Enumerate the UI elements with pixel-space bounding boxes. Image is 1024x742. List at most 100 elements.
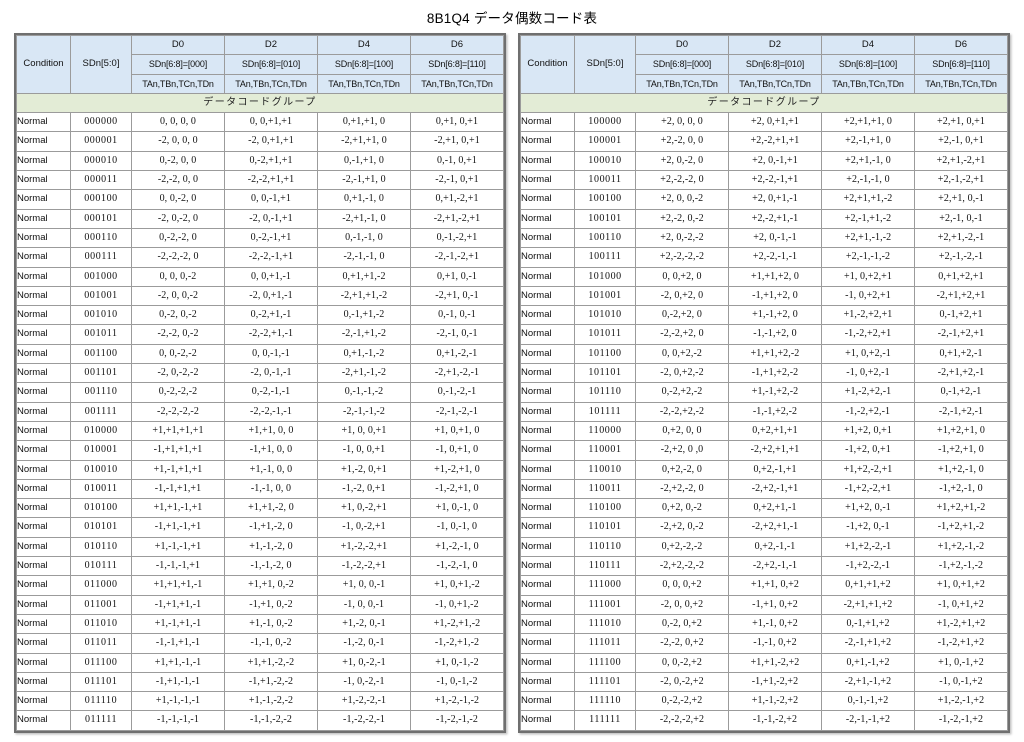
cell-condition: Normal [16,343,71,365]
cell-d6: 0,+1,+2,-1 [914,343,1008,365]
cell-d2: -2, 0,-1,+1 [224,208,318,229]
cell-condition: Normal [520,633,575,654]
cell-d6: 0,+1,-2,-1 [410,343,504,365]
cell-condition: Normal [520,420,575,442]
cell-sdn: 001110 [70,382,132,403]
cell-d2: -1,+1, 0, 0 [224,440,318,461]
cell-d6: +1,-2,-1, 0 [410,536,504,558]
cell-d0: -2,-2,-2,+2 [635,710,729,731]
cell-d2: +1,+1,+2,-2 [728,343,822,365]
cell-d0: +1,-1,-1,-1 [131,691,225,712]
table-row: Normal 110001 -2,+2, 0 ,0 -2,+2,+1,+1 -1,+2,… [520,440,1008,461]
cell-condition: Normal [520,189,575,210]
cell-d6: -2,+1,-2,-1 [410,363,504,384]
cell-d0: 0,-2,-2, 0 [131,227,225,249]
cell-condition: Normal [520,382,575,403]
table-row: Normal 001000 0, 0, 0,-2 0, 0,+1,-1 0,+1,… [16,266,504,287]
cell-d2: +1,-1, 0, 0 [224,459,318,480]
cell-sdn: 000011 [70,170,132,191]
cell-d6: +2,-1,-2,-1 [914,247,1008,268]
right-code-table: Condition SDn[5:0] D0 D2 D4 D6 SDn[6:8]=[000] S… [520,34,1008,731]
cell-d2: -2,+2,-1,-1 [728,556,822,577]
cell-d2: +2,-2,-1,-1 [728,247,822,268]
right-header-condition: Condition [520,35,575,94]
cell-d2: -1,-1, 0,+2 [728,633,822,654]
right-table-body: Normal 100000 +2, 0, 0, 0 +2, 0,+1,+1 +2,+1,… [520,112,1008,731]
table-row: Normal 101111 -2,-2,+2,-2 -1,-1,+2,-2 -1,-2,… [520,401,1008,422]
cell-d4: +1,-2, 0,-1 [317,613,411,635]
cell-d2: +1,-1, 0,+2 [728,613,822,635]
cell-d0: +2,-2, 0, 0 [635,131,729,152]
cell-d2: +1,+1, 0, 0 [224,420,318,442]
cell-condition: Normal [16,401,71,422]
cell-sdn: 100010 [574,150,636,172]
cell-d2: +1,+1, 0,+2 [728,575,822,596]
cell-d2: 0, 0,-1,-1 [224,343,318,365]
cell-sdn: 101011 [574,324,636,345]
table-row: Normal 111100 0, 0,-2,+2 +1,+1,-2,+2 0,+1,… [520,652,1008,673]
cell-sdn: 011100 [70,652,132,673]
cell-d0: +1,+1,-1,-1 [131,652,225,673]
cell-condition: Normal [16,652,71,673]
cell-d2: +2,-2,+1,-1 [728,208,822,229]
cell-d4: -2,-1,+1, 0 [317,170,411,191]
table-row: Normal 100001 +2,-2, 0, 0 +2,-2,+1,+1 +2,-1,… [520,131,1008,152]
cell-d4: +1,+2, 0,+1 [821,420,915,442]
cell-d4: 0,-1,+1,-2 [317,305,411,326]
cell-sdn: 010101 [70,517,132,538]
right-header-sdn-d6: SDn[6:8]=[110] [914,54,1008,75]
cell-condition: Normal [520,575,575,596]
cell-d2: 0,+2,-1,+1 [728,459,822,480]
cell-d6: -2,-1,+2,-1 [914,401,1008,422]
cell-d6: +1,-2,+1, 0 [410,459,504,480]
cell-condition: Normal [520,710,575,731]
cell-d2: -2, 0,+1,-1 [224,285,318,307]
cell-sdn: 001011 [70,324,132,345]
cell-d0: +1,-1,+1,+1 [131,459,225,480]
left-header-col-d4: D4 [317,34,411,56]
cell-d2: -2,+2,+1,-1 [728,517,822,538]
cell-d6: +1, 0,-1,-2 [410,652,504,673]
table-row: Normal 010000 +1,+1,+1,+1 +1,+1, 0, 0 +1, 0,… [16,420,504,442]
cell-condition: Normal [520,478,575,500]
cell-condition: Normal [16,247,71,268]
cell-d0: 0, 0,+2, 0 [635,266,729,287]
cell-d6: 0,+1,-2,+1 [410,189,504,210]
cell-d4: -1, 0, 0,+1 [317,440,411,461]
table-row: Normal 110010 0,+2,-2, 0 0,+2,-1,+1 +1,+2,… [520,459,1008,480]
table-row: Normal 110100 0,+2, 0,-2 0,+2,+1,-1 +1,+2,… [520,498,1008,519]
cell-d4: -2,-1,+1,+2 [821,633,915,654]
cell-d2: -2,+2,-1,+1 [728,478,822,500]
table-row: Normal 101010 0,-2,+2, 0 +1,-1,+2, 0 +1,-2,… [520,305,1008,326]
cell-condition: Normal [16,208,71,229]
cell-condition: Normal [16,575,71,596]
right-header-sdn-d4: SDn[6:8]=[100] [821,54,915,75]
page-title: 8B1Q4 データ偶数コード表 [426,11,598,26]
cell-sdn: 110110 [574,536,636,558]
cell-d2: 0,-2,-1,-1 [224,382,318,403]
cell-d4: +1, 0,-2,-1 [317,652,411,673]
table-row: Normal 010111 -1,-1,-1,+1 -1,-1,-2, 0 -1,-2,… [16,556,504,577]
cell-d4: -1,-2, 0,+1 [317,478,411,500]
cell-condition: Normal [520,227,575,249]
table-row: Normal 111101 -2, 0,-2,+2 -1,+1,-2,+2 -2,+1,… [520,671,1008,693]
cell-condition: Normal [16,112,71,133]
data-code-group-row: データコードグループ [16,92,504,114]
cell-d0: +1,+1,+1,+1 [131,420,225,442]
cell-d2: -2, 0,-1,-1 [224,363,318,384]
cell-d4: 0,+1,-1,+2 [821,652,915,673]
cell-d0: 0,-2, 0,+2 [635,613,729,635]
cell-d0: 0,-2, 0,-2 [131,305,225,326]
cell-d2: -1,+1,-2,-2 [224,671,318,693]
table-row: Normal 001111 -2,-2,-2,-2 -2,-2,-1,-1 -2,-1,… [16,401,504,422]
table-row: Normal 100000 +2, 0, 0, 0 +2, 0,+1,+1 +2,+1,… [520,112,1008,133]
cell-d0: -2, 0,+2, 0 [635,285,729,307]
right-data-code-group-label: データコードグループ [520,92,1008,114]
cell-d4: +1, 0,-2,+1 [317,498,411,519]
right-header-col-d6: D6 [914,34,1008,56]
cell-d6: -1,+2,-1, 0 [914,478,1008,500]
cell-d6: 0,+1, 0,-1 [410,266,504,287]
cell-d0: -2,-2, 0,-2 [131,324,225,345]
cell-d4: +1,+2,-2,-1 [821,536,915,558]
cell-sdn: 010010 [70,459,132,480]
